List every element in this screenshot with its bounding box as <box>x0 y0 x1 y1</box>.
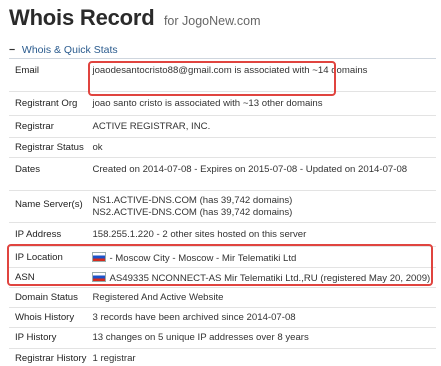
registrant-org-value[interactable]: joao santo cristo is associated with ~13… <box>86 91 436 116</box>
collapse-icon[interactable]: − <box>9 44 17 56</box>
ip-location-text: - Moscow City - Moscow - Mir Telematiki … <box>109 252 297 264</box>
row-label-asn: ASN <box>9 267 87 288</box>
russia-flag-icon <box>92 251 107 262</box>
row-label-registrant-org: Registrant Org <box>9 91 87 116</box>
ip-history-value[interactable]: 13 changes on 5 unique IP addresses over… <box>86 327 436 349</box>
section-title[interactable]: Whois & Quick Stats <box>22 44 118 56</box>
row-label-registrar: Registrar <box>9 115 87 138</box>
russia-flag-icon <box>92 271 107 282</box>
name-server-2[interactable]: NS2.ACTIVE-DNS.COM (has 39,742 domains) <box>92 207 436 219</box>
row-label-registrar-history: Registrar History <box>15 352 87 364</box>
row-label-ip-history: IP History <box>9 327 87 349</box>
email-value[interactable]: joaodesantocristo88@gmail.com is associa… <box>86 60 436 92</box>
table-row: Name Server(s) NS1.ACTIVE-DNS.COM (has 3… <box>9 190 436 223</box>
table-row: IP History 13 changes on 5 unique IP add… <box>9 327 436 349</box>
ip-location-value: - Moscow City - Moscow - Mir Telematiki … <box>86 246 436 268</box>
ip-address-value[interactable]: 158.255.1.220 - 2 other sites hosted on … <box>86 222 436 247</box>
row-label-email: Email <box>9 60 87 92</box>
row-label-domain-status: Domain Status <box>9 287 87 308</box>
row-label-registrar-status: Registrar Status <box>9 137 87 158</box>
section-divider <box>9 58 436 59</box>
table-row: Registrant Org joao santo cristo is asso… <box>9 91 436 116</box>
name-servers-value: NS1.ACTIVE-DNS.COM (has 39,742 domains) … <box>86 190 436 223</box>
row-label-dates: Dates <box>9 157 87 191</box>
asn-value: AS49335 NCONNECT-AS Mir Telematiki Ltd.,… <box>86 267 436 288</box>
table-row: Whois History 3 records have been archiv… <box>9 307 436 328</box>
asn-text: AS49335 NCONNECT-AS Mir Telematiki Ltd.,… <box>109 272 431 284</box>
dates-value: Created on 2014-07-08 - Expires on 2015-… <box>86 157 436 191</box>
page-header: Whois Record for JogoNew.com <box>9 5 261 31</box>
table-row: Email joaodesantocristo88@gmail.com is a… <box>9 60 436 92</box>
row-label-name-servers: Name Server(s) <box>9 190 87 223</box>
table-row: Dates Created on 2014-07-08 - Expires on… <box>9 157 436 191</box>
row-label-ip-address: IP Address <box>9 222 87 247</box>
whois-history-value[interactable]: 3 records have been archived since 2014-… <box>86 307 436 328</box>
table-row: Domain Status Registered And Active Webs… <box>9 287 436 308</box>
table-row: ASN AS49335 NCONNECT-AS Mir Telematiki L… <box>9 267 436 288</box>
section-header[interactable]: − Whois & Quick Stats <box>9 44 118 56</box>
domain-status-value: Registered And Active Website <box>86 287 436 308</box>
whois-table: Email joaodesantocristo88@gmail.com is a… <box>9 60 436 366</box>
row-label-whois-history: Whois History <box>9 307 87 328</box>
page-title: Whois Record <box>9 5 155 30</box>
registrar-status-value: ok <box>86 137 436 158</box>
table-row: Registrar History 1 registrar <box>9 348 436 366</box>
row-label-ip-location: IP Location <box>9 246 87 268</box>
registrar-history-value[interactable]: 1 registrar <box>86 348 436 366</box>
table-row: IP Address 158.255.1.220 - 2 other sites… <box>9 222 436 247</box>
table-row: Registrar Status ok <box>9 137 436 158</box>
table-row: IP Location - Moscow City - Moscow - Mir… <box>9 246 436 268</box>
registrar-value: ACTIVE REGISTRAR, INC. <box>86 115 436 138</box>
page-subtitle: for JogoNew.com <box>163 14 261 28</box>
name-server-1[interactable]: NS1.ACTIVE-DNS.COM (has 39,742 domains) <box>92 195 436 207</box>
table-row: Registrar ACTIVE REGISTRAR, INC. <box>9 115 436 138</box>
